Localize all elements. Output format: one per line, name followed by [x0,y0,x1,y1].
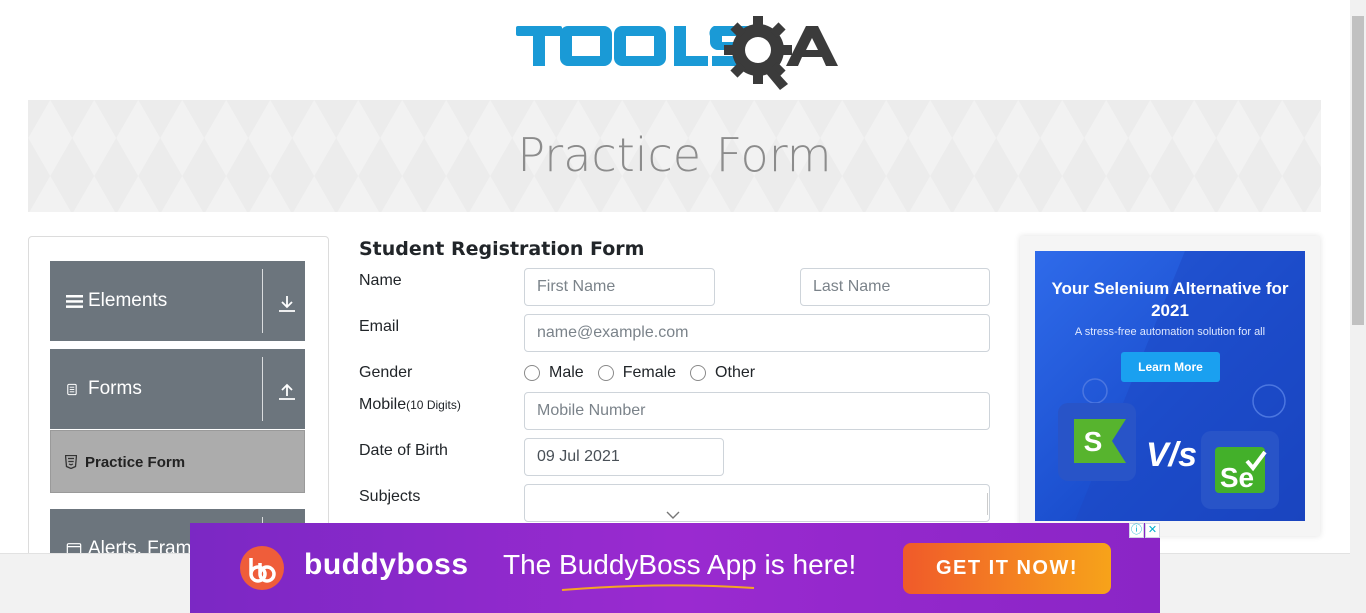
selenium-logo: Se [1201,431,1279,509]
arrow-down-icon[interactable] [278,295,296,313]
divider [262,269,263,333]
mobile-label: Mobile(10 Digits) [359,396,461,414]
ad-brand-name: buddyboss [304,548,469,581]
form-title: Student Registration Form [359,238,645,260]
buddyboss-logo-icon [240,546,284,590]
first-name-input[interactable] [524,268,715,306]
ad-close-icon[interactable]: ✕ [1145,523,1160,538]
email-label: Email [359,318,400,335]
ad-headline: Your Selenium Alternative for 2021 [1051,279,1289,320]
email-input[interactable] [524,314,990,352]
sidebar-item-practice-form[interactable]: Practice Form [50,430,305,493]
name-label: Name [359,272,402,289]
gender-label: Gender [359,364,413,381]
sidebar-item-label: Practice Form [85,454,186,471]
mobile-hint: (10 Digits) [406,398,461,412]
document-icon [67,383,77,396]
page-banner: Practice Form [28,100,1321,212]
radio-label[interactable]: Male [549,364,584,382]
gender-other-radio[interactable]: Other [690,364,755,382]
dob-input[interactable] [524,438,724,476]
subjects-input[interactable] [524,484,990,522]
page-title: Practice Form [517,128,832,182]
radio-label[interactable]: Female [623,364,676,382]
divider [987,493,988,515]
underline-swoosh [561,584,755,591]
divider [262,357,263,421]
arrow-up-icon[interactable] [278,383,296,401]
sidebar-group-label: Elements [88,290,168,311]
vertical-scrollbar[interactable] [1350,0,1366,613]
dob-label: Date of Birth [359,442,448,459]
scrollbar-thumb[interactable] [1352,16,1364,325]
sidebar-group-label: Forms [88,378,142,399]
learn-more-button[interactable]: Learn More [1121,352,1220,382]
mobile-label-text: Mobile [359,396,407,413]
get-it-now-button[interactable]: GET IT NOW! [903,543,1111,594]
gender-female-radio[interactable]: Female [597,364,676,382]
radio-label[interactable]: Other [715,364,755,382]
bottom-ad-banner[interactable]: buddyboss The BuddyBoss App is here! GET… [190,523,1160,613]
sidebar-group-forms[interactable]: Forms [50,349,305,429]
katalon-logo: S [1058,403,1136,481]
mobile-input[interactable] [524,392,990,430]
radio-circle[interactable] [597,365,614,381]
svg-text:S: S [1084,426,1103,457]
gender-radio-group: Male Female Other [524,362,769,384]
radio-circle[interactable] [524,365,540,381]
list-icon [66,295,83,308]
svg-text:Se: Se [1220,462,1254,493]
chevron-down-icon[interactable] [666,511,680,519]
page: Practice Form Elements Forms Practice Fo… [0,0,1366,613]
sidebar-group-elements[interactable]: Elements [50,261,305,341]
ad-info-icon[interactable]: ⓘ [1129,523,1144,538]
sidebar: Elements Forms Practice Form Alerts, Fra… [28,236,329,566]
last-name-input[interactable] [800,268,990,306]
subjects-label: Subjects [359,488,421,505]
gender-male-radio[interactable]: Male [524,364,584,382]
ad-tagline: The BuddyBoss App is here! [503,549,857,580]
ad-vs-text: V/s [1146,436,1198,474]
ad-subline: A stress-free automation solution for al… [1074,326,1266,338]
toolsqa-logo[interactable] [514,14,838,92]
radio-circle[interactable] [690,365,707,381]
html-icon [65,455,77,469]
side-ad-creative[interactable]: Your Selenium Alternative for 2021 A str… [1035,251,1305,521]
side-ad[interactable]: Your Selenium Alternative for 2021 A str… [1020,236,1320,536]
